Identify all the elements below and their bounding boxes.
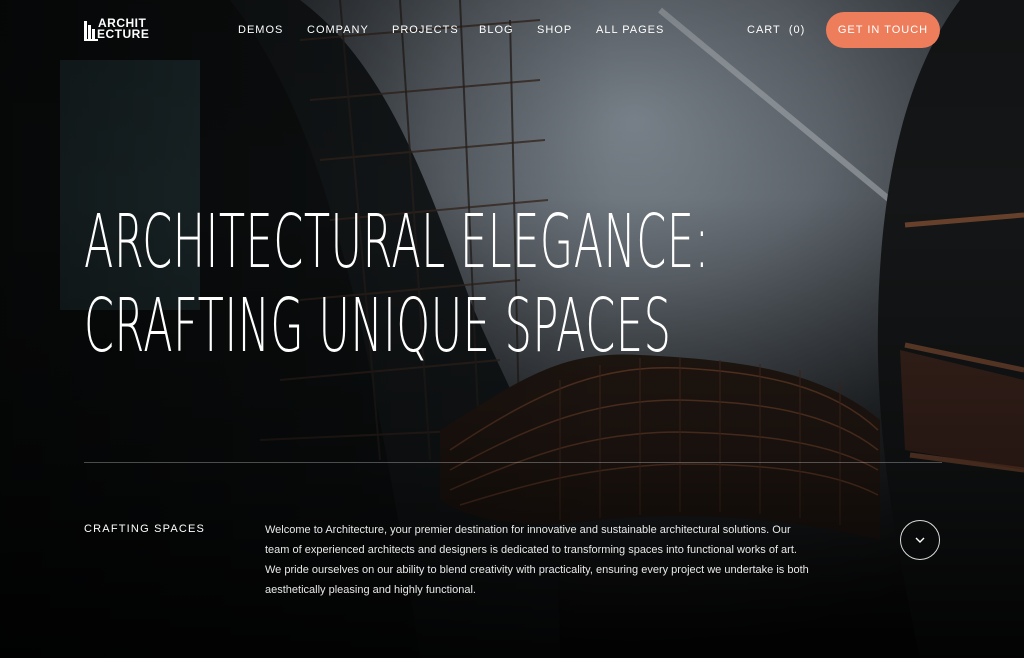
nav-projects[interactable]: PROJECTS bbox=[392, 24, 459, 36]
hero-headline: ARCHITECTURAL ELEGANCE: CRAFTING UNIQUE … bbox=[84, 200, 710, 368]
scroll-down-button[interactable] bbox=[900, 520, 940, 560]
chevron-down-icon bbox=[915, 537, 925, 543]
nav-blog[interactable]: BLOG bbox=[479, 24, 514, 36]
cart-count: (0) bbox=[788, 24, 806, 36]
cart-label: CART bbox=[747, 24, 781, 36]
cart-link[interactable]: CART (0) bbox=[747, 24, 805, 36]
headline-line-1: ARCHITECTURAL ELEGANCE: bbox=[84, 199, 710, 285]
brand-logo[interactable]: ARCHIT ECTURE bbox=[97, 17, 150, 41]
nav-company[interactable]: COMPANY bbox=[307, 24, 369, 36]
nav-shop[interactable]: SHOP bbox=[537, 24, 572, 36]
intro-paragraph: Welcome to Architecture, your premier de… bbox=[265, 524, 809, 596]
headline-line-2: CRAFTING UNIQUE SPACES bbox=[84, 283, 672, 369]
get-in-touch-button[interactable]: GET IN TOUCH bbox=[826, 12, 940, 48]
brand-line-2: ECTURE bbox=[97, 27, 150, 41]
building-logo-icon[interactable] bbox=[84, 19, 98, 41]
nav-all-pages[interactable]: ALL PAGES bbox=[596, 24, 664, 36]
section-label: CRAFTING SPACES bbox=[84, 523, 206, 535]
hero-divider bbox=[84, 462, 942, 463]
nav-demos[interactable]: DEMOS bbox=[238, 24, 283, 36]
